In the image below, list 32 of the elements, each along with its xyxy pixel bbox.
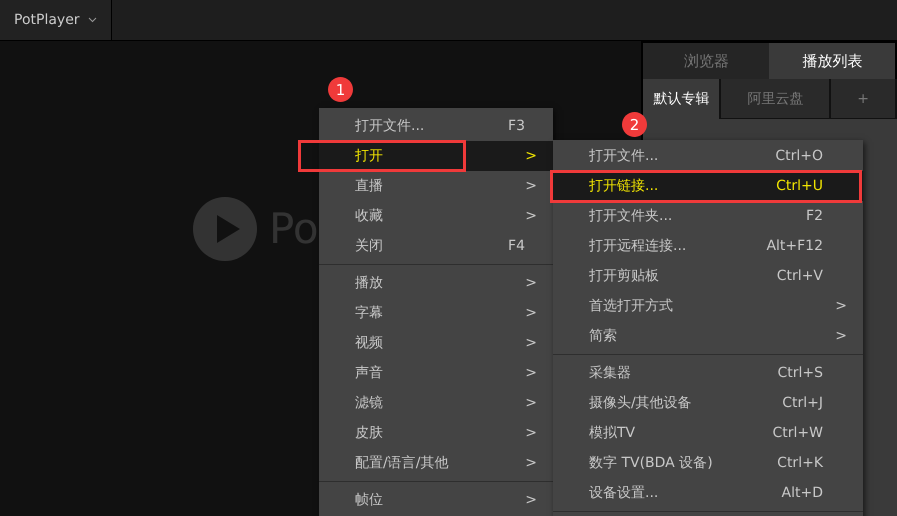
menu-item[interactable]: 皮肤 > (319, 418, 553, 448)
menu-item[interactable]: 帧位 > (319, 485, 553, 515)
menu-item[interactable]: 打开剪贴板 Ctrl+V (553, 261, 863, 291)
menu-item[interactable]: 首选打开方式 > (553, 291, 863, 321)
menu-item[interactable]: 打开文件... Ctrl+O (553, 141, 863, 171)
menu-item[interactable]: 关闭 F4 (319, 231, 553, 261)
app-menu-button[interactable]: PotPlayer (0, 0, 112, 40)
menu-item[interactable]: 播放 > (319, 268, 553, 298)
panel-tab[interactable]: 浏览器 (643, 43, 770, 79)
menu-item[interactable]: 模拟TV Ctrl+W (553, 418, 863, 448)
menu-item[interactable]: 直播 > (319, 171, 553, 201)
chevron-icon (88, 17, 97, 23)
menu-item[interactable]: 收藏 > (319, 201, 553, 231)
menu-item[interactable]: 字幕 > (319, 298, 553, 328)
menu-item[interactable]: 配置/语言/其他 > (319, 448, 553, 478)
playlist-tab[interactable]: 默认专辑 (643, 79, 722, 119)
menu-item[interactable]: 设备设置... Alt+D (553, 478, 863, 508)
menu-item[interactable]: 数字 TV(BDA 设备) Ctrl+K (553, 448, 863, 478)
playlist-tab[interactable]: 阿里云盘 (721, 79, 832, 119)
menu-item[interactable]: 视频 > (319, 328, 553, 358)
menu-item[interactable]: 打开文件... F3 (319, 111, 553, 141)
menu-item[interactable]: 简索 > (553, 321, 863, 351)
play-icon (193, 196, 257, 260)
menu-item[interactable]: 采集器 Ctrl+S (553, 358, 863, 388)
menu-item[interactable]: 摄像头/其他设备 Ctrl+J (553, 388, 863, 418)
menu-item[interactable]: 声音 > (319, 358, 553, 388)
menu-item[interactable]: 打开 > (319, 141, 553, 171)
menu-item[interactable]: 打开文件夹... F2 (553, 201, 863, 231)
panel-tab[interactable]: 播放列表 (769, 43, 896, 79)
menu-item[interactable]: 滤镜 > (319, 388, 553, 418)
playlist-tab[interactable]: + (831, 79, 897, 119)
menu-item[interactable]: 打开远程连接... Alt+F12 (553, 231, 863, 261)
